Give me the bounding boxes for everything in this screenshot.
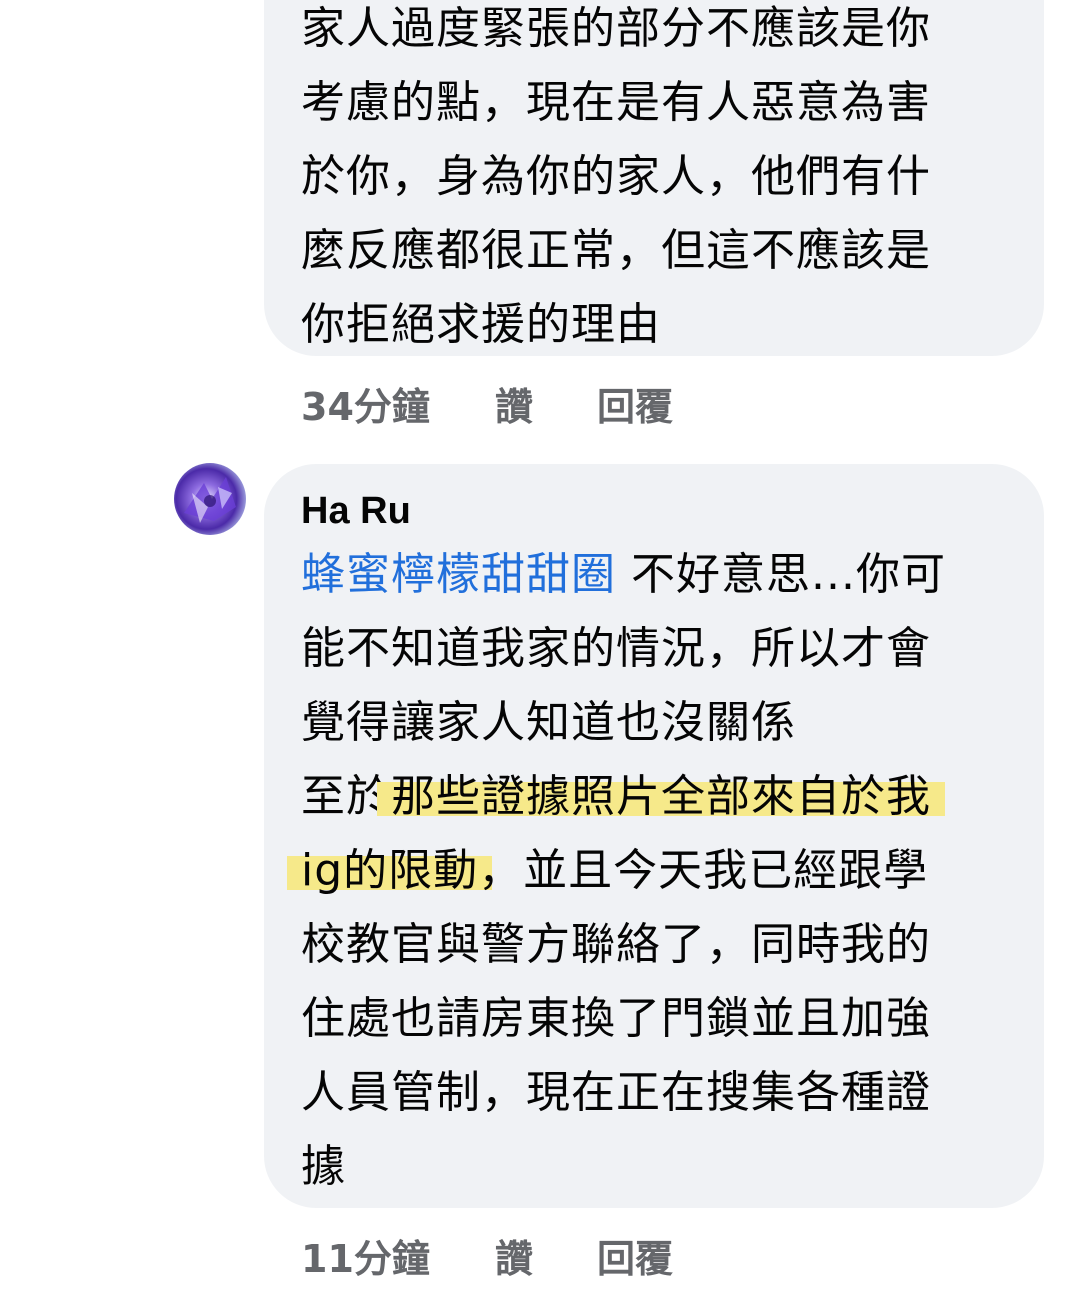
like-button[interactable]: 讚 [495, 376, 597, 431]
comment-line: 覺得讓家人知道也沒關係 [301, 697, 796, 748]
highlighted-text: 那些證據照片全部來自於我 [377, 771, 945, 822]
comment-actions: 11分鐘 讚 回覆 [301, 1228, 673, 1283]
reply-button[interactable]: 回覆 [597, 376, 673, 431]
comment-actions: 34分鐘 讚 回覆 [301, 376, 673, 431]
mention-link[interactable]: 蜂蜜檸檬甜甜圈 [301, 549, 616, 600]
reply-button[interactable]: 回覆 [597, 1228, 673, 1283]
comment-text-segment: 不好意思...你可 [616, 549, 946, 600]
comment-bubble: 家人過度緊張的部分不應該是你 考慮的點，現在是有人惡意為害 於你，身為你的家人，… [264, 0, 1044, 356]
comment-line: 據 [301, 1141, 346, 1192]
comment-line: 住處也請房東換了門鎖並且加強 [301, 993, 931, 1044]
comment-text: 家人過度緊張的部分不應該是你 考慮的點，現在是有人惡意為害 於你，身為你的家人，… [301, 0, 1008, 362]
like-button[interactable]: 讚 [495, 1228, 597, 1283]
comment-line: 麼反應都很正常，但這不應該是 [301, 225, 931, 276]
comment-line: 你拒絕求援的理由 [301, 299, 661, 350]
comment-line: 能不知道我家的情況，所以才會 [301, 623, 931, 674]
comment-timestamp[interactable]: 11分鐘 [301, 1228, 495, 1283]
comment-line: 考慮的點，現在是有人惡意為害 [301, 77, 931, 128]
avatar[interactable] [174, 463, 246, 535]
comment-text: 蜂蜜檸檬甜甜圈 不好意思...你可 能不知道我家的情況，所以才會 覺得讓家人知道… [287, 538, 1008, 1204]
comment-text-segment: ，並且今天我已經跟學 [478, 845, 929, 896]
comment-author[interactable]: Ha Ru [301, 488, 1008, 534]
comment-line: ig的限動，並且今天我已經跟學 [287, 834, 1008, 908]
comment-line: 人員管制，現在正在搜集各種證 [301, 1067, 931, 1118]
comment-bubble: Ha Ru 蜂蜜檸檬甜甜圈 不好意思...你可 能不知道我家的情況，所以才會 覺… [264, 464, 1044, 1208]
comment-line: 於你，身為你的家人，他們有什 [301, 151, 931, 202]
comment-line: 蜂蜜檸檬甜甜圈 不好意思...你可 [301, 538, 1008, 612]
comment-timestamp[interactable]: 34分鐘 [301, 376, 495, 431]
comment-line: 至於那些證據照片全部來自於我 [301, 760, 1008, 834]
comment-line: 校教官與警方聯絡了，同時我的 [301, 919, 931, 970]
comment-line: 家人過度緊張的部分不應該是你 [301, 3, 931, 54]
highlighted-text: ig的限動 [287, 845, 493, 896]
